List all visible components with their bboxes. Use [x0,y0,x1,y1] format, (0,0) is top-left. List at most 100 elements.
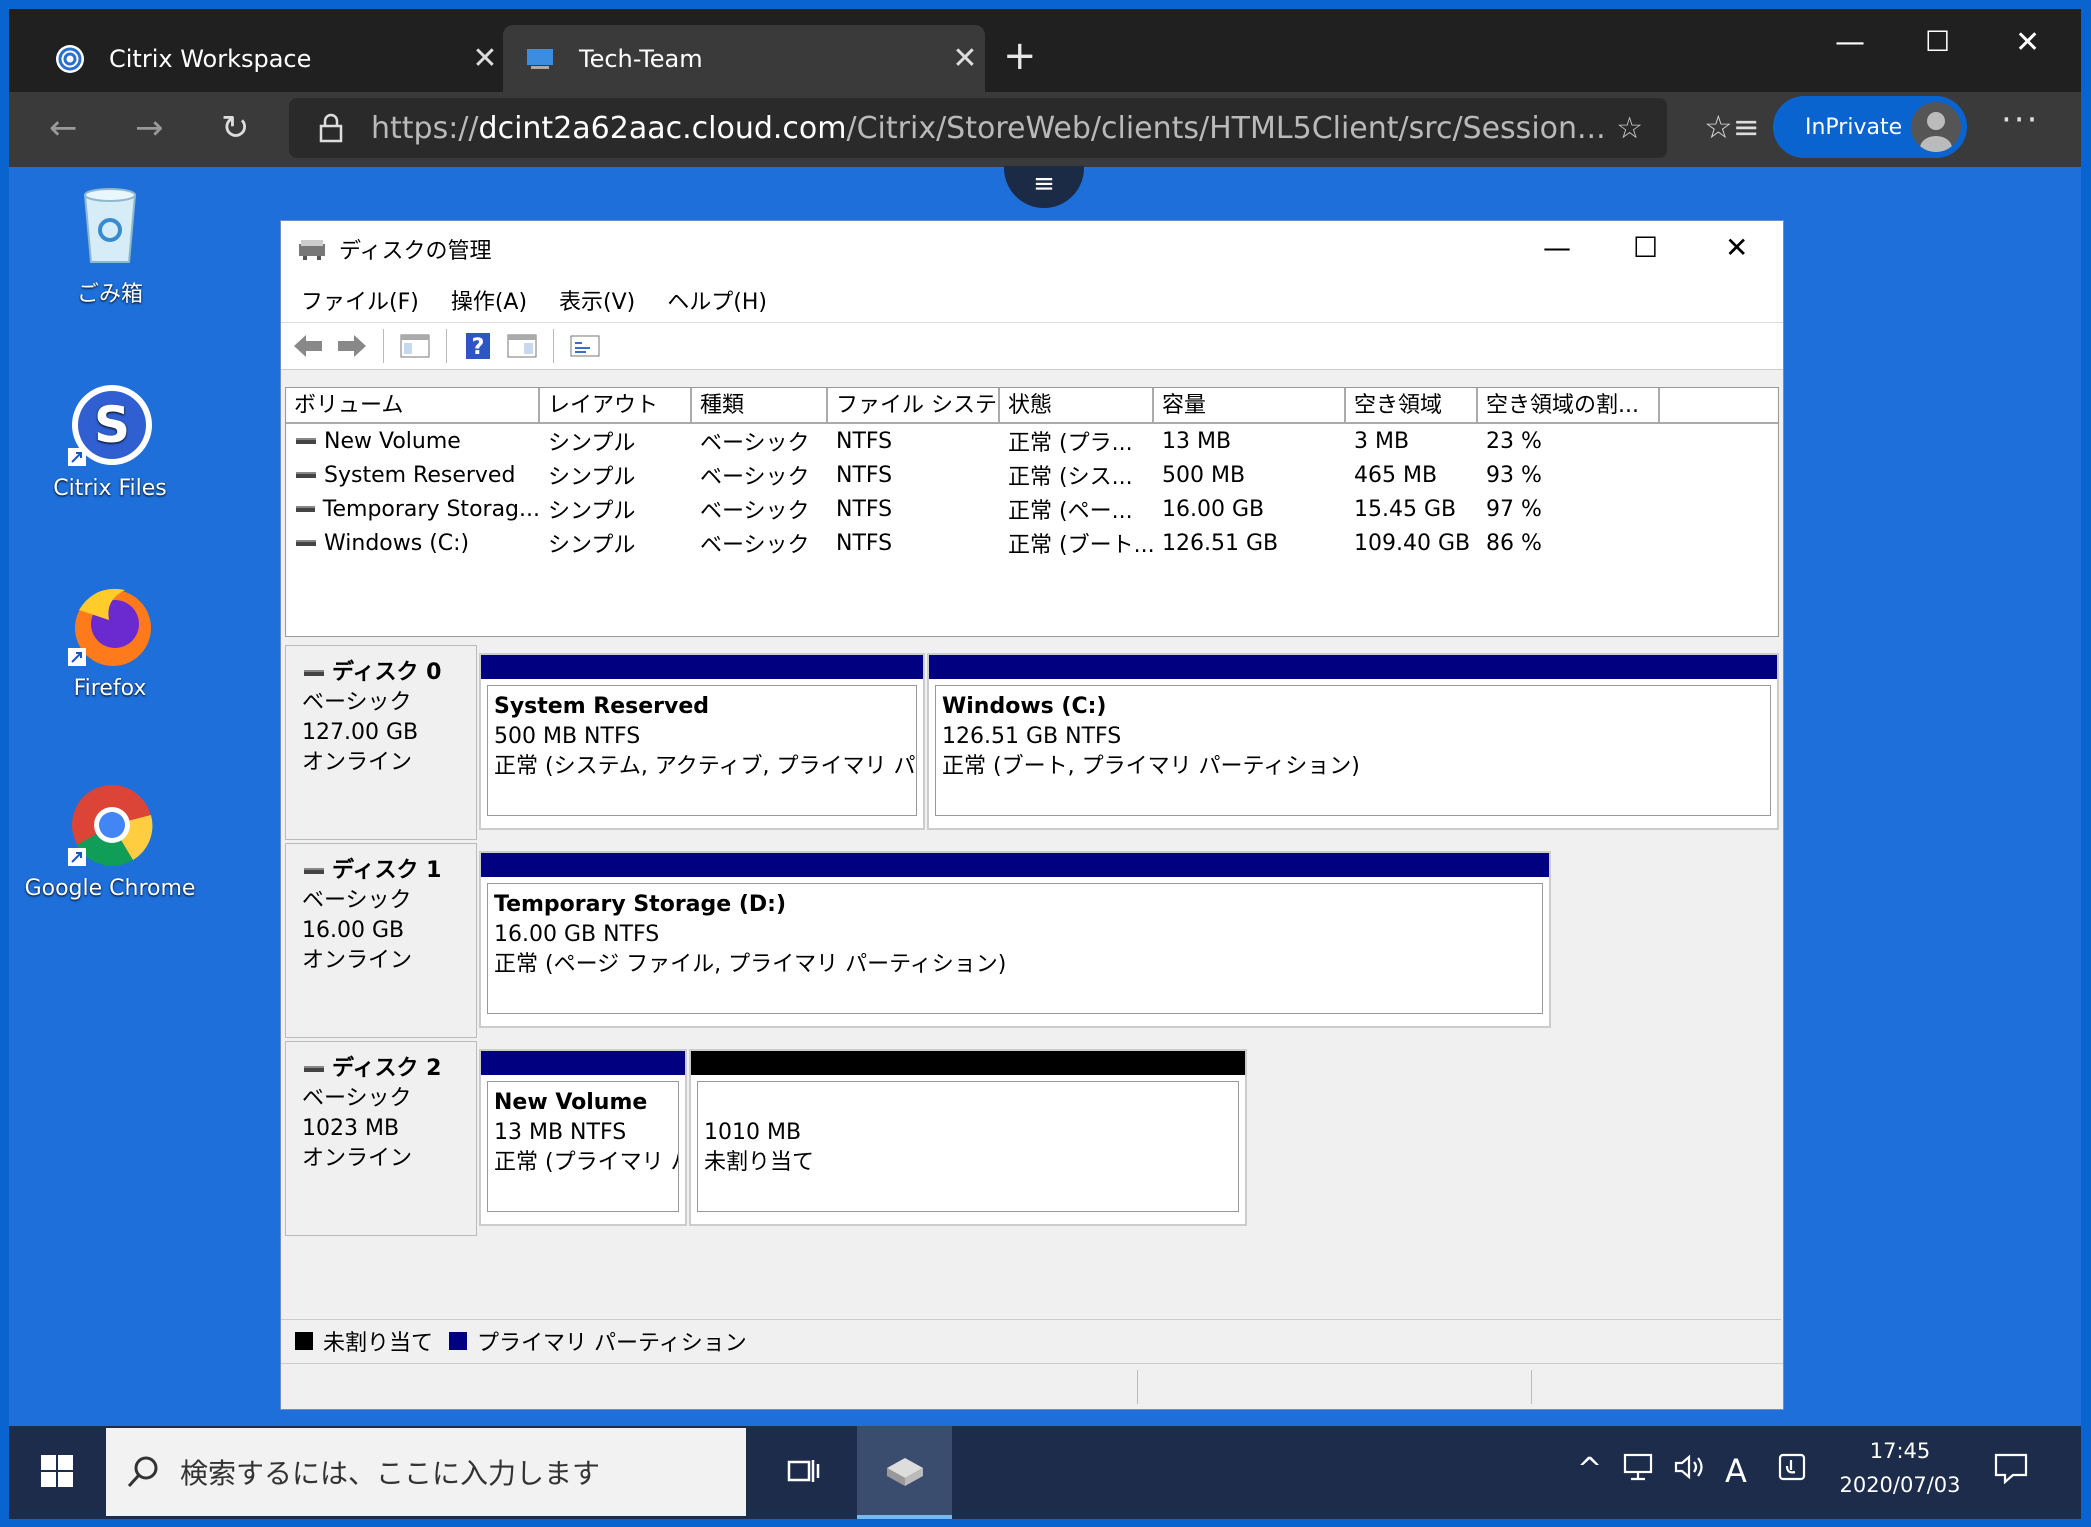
disk-type: ベーシック [302,690,412,715]
disk-row: ディスク 0 ベーシック 127.00 GB オンライン System Rese… [285,645,1779,840]
new-tab-button[interactable]: + [1003,33,1037,79]
table-cell: NTFS [836,496,893,522]
table-row[interactable]: Temporary Storag... シンプル ベーシック NTFS 正常 (… [286,492,1778,526]
avatar-icon [1911,102,1961,152]
ime-mode-icon[interactable] [1777,1452,1807,1490]
table-cell: 86 % [1486,530,1542,556]
table-cell: 13 MB [1162,428,1232,454]
help-icon[interactable]: ? [461,329,495,363]
browser-tab-bar: Citrix Workspace ✕ Tech-Team ✕ + — ☐ ✕ [9,9,2081,92]
table-row[interactable]: System Reserved シンプル ベーシック NTFS 正常 (シス..… [286,458,1778,492]
taskbar-app-disk-management[interactable] [857,1426,952,1519]
console-tree-icon[interactable] [398,329,432,363]
close-icon[interactable]: ✕ [465,41,505,76]
close-window-button[interactable]: ✕ [2015,25,2040,60]
search-icon [126,1455,160,1489]
menu-action[interactable]: 操作(A) [451,284,527,316]
close-button[interactable]: ✕ [1725,231,1748,264]
primary-partition-bar [481,1051,685,1075]
task-view-button[interactable] [759,1426,847,1519]
properties-icon[interactable] [568,329,602,363]
svg-text:?: ? [472,335,485,360]
ime-indicator[interactable]: A [1725,1452,1747,1490]
column-header-type[interactable]: 種類 [692,388,828,422]
partition-block[interactable]: Windows (C:) 126.51 GB NTFS 正常 (ブート, プライ… [927,653,1779,830]
start-button[interactable] [9,1426,104,1519]
add-favorite-icon[interactable]: ☆ [1616,111,1643,146]
system-clock[interactable]: 17:45 2020/07/03 [1835,1434,1965,1502]
disk-label[interactable]: ディスク 2 ベーシック 1023 MB オンライン [285,1041,477,1236]
taskbar: 検索するには、ここに入力します ^ A 17:45 2020/07/03 [9,1426,2081,1519]
volume-icon[interactable] [1673,1452,1707,1490]
table-row[interactable]: Windows (C:) シンプル ベーシック NTFS 正常 (ブート... … [286,526,1778,560]
menu-view[interactable]: 表示(V) [559,284,635,316]
menu-help[interactable]: ヘルプ(H) [667,284,767,316]
url-path: /Citrix/StoreWeb/clients/HTML5Client/src… [846,110,1606,146]
disk-label[interactable]: ディスク 0 ベーシック 127.00 GB オンライン [285,645,477,840]
inprivate-label: InPrivate [1805,114,1903,140]
desktop-icon-firefox[interactable]: Firefox [20,580,200,701]
show-hidden-icons-button[interactable]: ^ [1577,1452,1602,1487]
close-icon[interactable]: ✕ [945,41,985,76]
partition-block[interactable]: New Volume 13 MB NTFS 正常 (プライマリ パ [479,1049,687,1226]
unallocated-block[interactable]: 1010 MB 未割り当て [689,1049,1247,1226]
volume-icon [296,472,316,478]
status-divider [1137,1370,1138,1404]
citrix-toolbar-handle[interactable]: ≡ [1004,166,1084,208]
partition-block[interactable]: Temporary Storage (D:) 16.00 GB NTFS 正常 … [479,851,1551,1028]
desktop-icon-citrix-files[interactable]: S Citrix Files [20,380,200,501]
disk-icon [304,670,324,676]
recycle-bin-icon [65,180,155,270]
disk-status: オンライン [302,948,413,973]
more-options-icon[interactable]: ··· [2001,100,2039,140]
citrix-icon [55,44,85,74]
disk-management-icon [883,1450,927,1492]
legend-swatch-primary [449,1331,468,1350]
minimize-button[interactable]: — [1835,25,1865,60]
refresh-button[interactable]: ↻ [221,108,250,148]
column-header-status[interactable]: 状態 [1000,388,1154,422]
menu-bar: ファイル(F) 操作(A) 表示(V) ヘルプ(H) [281,277,1783,322]
table-cell: 500 MB [1162,462,1246,488]
notification-icon[interactable] [1993,1452,2029,1492]
partition-block[interactable]: System Reserved 500 MB NTFS 正常 (システム, アク… [479,653,925,830]
disk-management-window: ディスクの管理 — ☐ ✕ ファイル(F) 操作(A) 表示(V) ヘルプ(H)… [280,220,1784,1410]
tab-citrix-workspace[interactable]: Citrix Workspace ✕ [33,25,505,92]
disk-label[interactable]: ディスク 1 ベーシック 16.00 GB オンライン [285,843,477,1038]
partition-name [704,1088,1232,1118]
toolbar-divider [553,329,554,363]
column-header-capacity[interactable]: 容量 [1154,388,1346,422]
show-hide-pane-icon[interactable] [505,329,539,363]
disk-name: ディスク 0 [332,660,442,685]
primary-partition-bar [481,853,1549,877]
column-header-volume[interactable]: ボリューム [286,388,540,422]
table-cell: 15.45 GB [1354,496,1457,522]
back-button[interactable]: ← [49,108,78,148]
legend-label: 未割り当て [323,1330,434,1356]
table-cell: 97 % [1486,496,1542,522]
favorites-icon[interactable]: ☆≡ [1704,108,1760,146]
maximize-button[interactable]: ☐ [1633,231,1658,264]
column-header-layout[interactable]: レイアウト [540,388,692,422]
toolbar-divider [383,329,384,363]
menu-file[interactable]: ファイル(F) [301,284,419,316]
tab-tech-team[interactable]: Tech-Team ✕ [503,25,985,92]
table-cell: 3 MB [1354,428,1410,454]
column-header-free-space[interactable]: 空き領域 [1346,388,1478,422]
column-header-percent-free[interactable]: 空き領域の割... [1478,388,1660,422]
address-bar[interactable]: https://dcint2a62aac.cloud.com/Citrix/St… [289,98,1667,158]
desktop-icon-recycle-bin[interactable]: ごみ箱 [20,180,200,308]
inprivate-button[interactable]: InPrivate [1773,96,1967,158]
taskbar-search-box[interactable]: 検索するには、ここに入力します [106,1428,746,1516]
network-icon[interactable] [1623,1452,1657,1490]
partition-size: 126.51 GB NTFS [942,724,1122,749]
desktop-icon-google-chrome[interactable]: Google Chrome [20,780,200,901]
forward-button[interactable]: → [135,108,164,148]
table-row[interactable]: New Volume シンプル ベーシック NTFS 正常 (プラ... 13 … [286,424,1778,458]
maximize-button[interactable]: ☐ [1925,25,1950,58]
column-header-filesystem[interactable]: ファイル システム [828,388,1000,422]
forward-arrow-icon[interactable] [335,329,369,363]
back-arrow-icon[interactable] [291,329,325,363]
partition-size: 16.00 GB NTFS [494,922,660,947]
minimize-button[interactable]: — [1543,231,1571,264]
